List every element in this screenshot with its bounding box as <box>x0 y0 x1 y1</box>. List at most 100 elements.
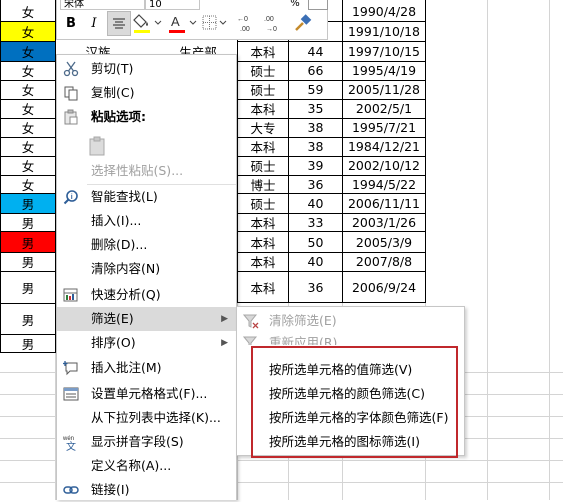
cell-date-13[interactable]: 2005/3/9 <box>343 232 425 252</box>
menu-item-define-name[interactable]: 定义名称(A)... <box>57 454 236 478</box>
cell-age-11[interactable]: 40 <box>289 194 342 213</box>
cell-date-15[interactable]: 2006/9/24 <box>343 272 425 302</box>
cell-a14[interactable]: 男 <box>1 252 55 271</box>
comment-icon <box>62 359 80 377</box>
center-align-button[interactable] <box>107 11 131 36</box>
align-center-icon <box>113 17 125 29</box>
cell-a11[interactable]: 男 <box>1 194 55 213</box>
submenu-item-clear-filter[interactable]: 清除筛选(E) <box>237 309 464 333</box>
cell-date-11[interactable]: 2006/11/11 <box>343 194 425 213</box>
cell-date-10[interactable]: 1994/5/22 <box>343 175 425 193</box>
cell-a5[interactable]: 女 <box>1 80 55 99</box>
cell-edu-10[interactable]: 博士 <box>238 175 288 193</box>
menu-item-pick-from-list[interactable]: 从下拉列表中选择(K)... <box>57 406 236 430</box>
menu-item-label: 从下拉列表中选择(K)... <box>91 410 221 425</box>
cell-age-15[interactable]: 36 <box>289 272 342 302</box>
cell-edu-14[interactable]: 本科 <box>238 252 288 271</box>
cell-age-6[interactable]: 35 <box>289 99 342 118</box>
cell-age-14[interactable]: 40 <box>289 252 342 271</box>
cell-a13[interactable]: 男 <box>1 232 55 252</box>
menu-item-filter[interactable]: 筛选(E) ▶ <box>57 307 236 331</box>
cell-edu-13[interactable]: 本科 <box>238 232 288 252</box>
cell-age-8[interactable]: 38 <box>289 137 342 156</box>
cell-age-10[interactable]: 36 <box>289 175 342 193</box>
cell-date-3[interactable]: 1997/10/15 <box>343 42 425 61</box>
cell-edu-15[interactable]: 本科 <box>238 272 288 302</box>
cell-date-5[interactable]: 2005/11/28 <box>343 80 425 99</box>
cell-date-1[interactable]: 1990/4/28 <box>343 2 425 21</box>
font-size-box[interactable]: 10 <box>145 0 200 10</box>
cell-edu-8[interactable]: 本科 <box>238 137 288 156</box>
cell-a7[interactable]: 女 <box>1 118 55 137</box>
menu-item-clear-contents[interactable]: 清除内容(N) <box>57 257 236 281</box>
cell-a1[interactable]: 女 <box>1 2 55 21</box>
menu-item-phonetic[interactable]: wén 文 显示拼音字段(S) <box>57 430 236 454</box>
cell-edu-3[interactable]: 本科 <box>238 42 288 61</box>
format-painter-button[interactable] <box>289 11 317 35</box>
submenu-item-reapply[interactable]: 重新应用(R) <box>237 331 464 345</box>
font-color-button[interactable]: A <box>167 11 199 35</box>
cell-age-9[interactable]: 39 <box>289 156 342 175</box>
percent-style-button[interactable]: % <box>285 0 305 8</box>
menu-item-cut[interactable]: 剪切(T) <box>57 57 236 81</box>
menu-item-insert[interactable]: 插入(I)... <box>57 209 236 233</box>
cell-a15[interactable]: 男 <box>1 272 55 303</box>
cell-edu-9[interactable]: 硕士 <box>238 156 288 175</box>
cell-date-8[interactable]: 1984/12/21 <box>343 137 425 156</box>
cell-age-12[interactable]: 33 <box>289 213 342 231</box>
menu-item-sort[interactable]: 排序(O) ▶ <box>57 331 236 355</box>
cell-age-4[interactable]: 66 <box>289 61 342 80</box>
cell-a12[interactable]: 男 <box>1 213 55 231</box>
decrease-decimal-button[interactable]: .00 →0 <box>260 11 288 35</box>
cell-date-14[interactable]: 2007/8/8 <box>343 252 425 271</box>
cell-edu-6[interactable]: 本科 <box>238 99 288 118</box>
menu-item-delete[interactable]: 删除(D)... <box>57 233 236 257</box>
cell-date-7[interactable]: 1995/7/21 <box>343 118 425 137</box>
paste-clipboard-icon[interactable] <box>87 135 109 157</box>
cell-a10[interactable]: 女 <box>1 175 55 193</box>
cell-a17[interactable]: 男 <box>1 335 55 352</box>
menu-item-label: 排序(O) <box>91 335 136 350</box>
increase-decimal-button[interactable]: ←0 .00 <box>231 11 259 35</box>
cell-a8[interactable]: 女 <box>1 137 55 156</box>
cell-age-5[interactable]: 59 <box>289 80 342 99</box>
format-cells-icon <box>62 385 80 403</box>
menu-item-insert-comment[interactable]: 插入批注(M) <box>57 356 236 380</box>
format-painter-icon-top[interactable] <box>308 0 328 10</box>
font-name-box[interactable]: 宋体 <box>60 0 145 10</box>
cell-a16[interactable]: 男 <box>1 304 55 334</box>
menu-item-paste-options: 粘贴选项: <box>57 105 236 129</box>
cell-a4[interactable]: 女 <box>1 61 55 80</box>
bold-button[interactable]: B <box>61 12 81 34</box>
submenu-item-label: 清除筛选(E) <box>269 313 337 328</box>
cell-age-13[interactable]: 50 <box>289 232 342 252</box>
cell-a3[interactable]: 女 <box>1 42 55 61</box>
cell-date-2[interactable]: 1991/10/18 <box>343 22 425 41</box>
cell-date-6[interactable]: 2002/5/1 <box>343 99 425 118</box>
menu-item-format-cells[interactable]: 设置单元格格式(F)... <box>57 382 236 406</box>
cell-a6[interactable]: 女 <box>1 99 55 118</box>
cell-date-4[interactable]: 1995/4/19 <box>343 61 425 80</box>
menu-item-paste-clipboard[interactable] <box>57 129 236 159</box>
cell-edu-12[interactable]: 本科 <box>238 213 288 231</box>
menu-item-paste-special[interactable]: 选择性粘贴(S)... <box>57 159 236 183</box>
cell-edu-4[interactable]: 硕士 <box>238 61 288 80</box>
menu-item-label: 清除内容(N) <box>91 261 161 276</box>
cell-age-7[interactable]: 38 <box>289 118 342 137</box>
cell-age-3[interactable]: 44 <box>289 42 342 61</box>
cell-edu-5[interactable]: 硕士 <box>238 80 288 99</box>
cell-a9[interactable]: 女 <box>1 156 55 175</box>
menu-item-copy[interactable]: 复制(C) <box>57 81 236 105</box>
cell-a2[interactable]: 女 <box>1 22 55 41</box>
cell-date-12[interactable]: 2003/1/26 <box>343 213 425 231</box>
context-menu: 剪切(T) 复制(C) 粘贴选项: 选择性粘贴(S)... i 智能查找(L) … <box>56 54 237 500</box>
menu-item-quick-analysis[interactable]: 快速分析(Q) <box>57 283 236 307</box>
cell-edu-7[interactable]: 大专 <box>238 118 288 137</box>
fill-color-button[interactable] <box>132 11 164 35</box>
cell-edu-11[interactable]: 硕士 <box>238 194 288 213</box>
menu-item-link[interactable]: 链接(I) <box>57 478 236 502</box>
italic-button[interactable]: I <box>84 12 104 34</box>
menu-item-smart-lookup[interactable]: i 智能查找(L) <box>57 185 236 209</box>
cell-date-9[interactable]: 2002/10/12 <box>343 156 425 175</box>
borders-button[interactable] <box>200 11 230 35</box>
